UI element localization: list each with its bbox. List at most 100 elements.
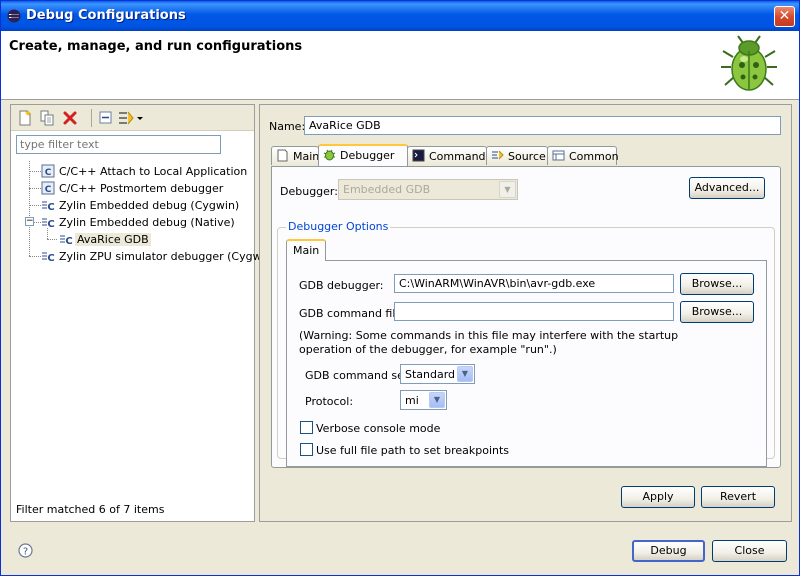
tab-source[interactable]: Source [486,146,548,165]
toolbar-separator [91,109,92,127]
gdb-debugger-input[interactable] [394,274,674,293]
tree-collapse-toggle[interactable]: − [25,217,34,226]
title-bar[interactable]: Debug Configurations ✕ [1,1,799,31]
main-tab-icon [277,149,288,162]
warning-text: (Warning: Some commands in this file may… [299,329,679,356]
gdb-command-set-label: GDB command set: [305,369,412,382]
close-button[interactable]: Close [712,540,787,562]
tree-toolbar [11,105,254,131]
tree-item-label: Zylin Embedded debug (Cygwin) [59,199,240,212]
debugger-label: Debugger: [280,185,338,198]
svg-text:C: C [65,236,72,246]
verbose-console-checkbox[interactable] [300,421,313,434]
tree-item-label: C/C++ Attach to Local Application [59,165,248,178]
browse-debugger-button[interactable]: Browse... [680,273,754,295]
svg-text:?: ? [23,547,28,558]
c-config-icon: C [41,181,55,195]
chevron-down-icon[interactable] [135,109,145,127]
filter-status: Filter matched 6 of 7 items [16,503,165,516]
protocol-value: mi [405,394,419,407]
apply-button[interactable]: Apply [621,486,695,508]
close-window-button[interactable]: ✕ [774,6,795,27]
tab-label: Main [293,150,320,163]
svg-text:C: C [45,168,52,178]
eclipse-icon [7,9,21,23]
debugger-select-value: Embedded GDB [343,183,431,196]
zylin-icon: C [42,201,55,212]
protocol-label: Protocol: [305,395,354,408]
tree-line [29,205,41,206]
source-icon [492,150,504,160]
verbose-console-label: Verbose console mode [316,422,441,435]
filter-input[interactable] [16,135,221,154]
new-config-icon[interactable] [16,109,34,127]
revert-button[interactable]: Revert [701,486,775,508]
name-label: Name: [269,120,306,133]
config-tabs: Main Debugger Commands Source Common [271,144,781,166]
gdb-command-set-value: Standard [405,368,456,381]
configuration-tree-pane: − C C/C++ Attach to Local Application C … [10,104,276,522]
full-path-checkbox[interactable] [300,443,313,456]
svg-text:C: C [47,253,54,263]
tab-commands[interactable]: Commands [407,146,491,165]
header-banner: Create, manage, and run configurations [1,31,799,100]
debugger-options-group: Debugger Options Main GDB debugger: Brow… [277,220,775,467]
inner-tab-main[interactable]: Main [286,239,327,261]
tab-debugger[interactable]: Debugger [318,144,408,166]
help-icon[interactable]: ? [18,543,33,558]
debug-configurations-window: Debug Configurations ✕ Create, manage, a… [0,0,800,576]
advanced-button[interactable]: Advanced... [689,177,765,199]
zylin-icon: C [42,252,55,263]
tree-line [29,161,30,256]
tree-line [29,256,41,257]
tab-label: Debugger [340,149,395,162]
protocol-select[interactable]: mi ▼ [400,390,447,410]
debug-bug-icon [721,35,777,91]
zylin-icon: C [42,218,55,229]
name-input[interactable] [304,116,781,135]
svg-text:C: C [45,185,52,195]
tree-line [29,171,41,172]
tab-main[interactable]: Main [271,146,319,165]
tree-line [29,188,41,189]
header-title: Create, manage, and run configurations [9,39,303,54]
bug-icon [323,149,336,161]
window-title: Debug Configurations [26,8,186,23]
tree-item-label: Zylin Embedded debug (Native) [59,216,235,229]
console-icon [412,149,425,162]
debugger-select[interactable]: Embedded GDB ▼ [338,179,518,200]
gdb-command-file-label: GDB command file: [299,307,406,320]
tab-label: Common [569,150,619,163]
tab-label: Commands [429,150,492,163]
tab-label: Source [508,150,546,163]
gdb-debugger-label: GDB debugger: [299,279,384,292]
chevron-down-icon: ▼ [457,366,473,382]
browse-command-file-button[interactable]: Browse... [680,301,754,323]
debugger-options-title: Debugger Options [286,220,391,233]
svg-text:C: C [47,202,54,212]
debugger-tab-panel: Debugger: Embedded GDB ▼ Advanced... Deb… [271,166,781,468]
tree-item-label: AvaRice GDB [75,233,151,246]
delete-config-icon[interactable] [61,109,79,127]
c-config-icon: C [41,164,55,178]
tree-line [47,228,48,239]
tree-line [47,239,57,240]
configuration-editor-pane: Name: Main Debugger Commands [259,104,792,522]
filter-icon[interactable] [117,109,135,127]
gdb-command-file-input[interactable] [394,302,674,321]
chevron-down-icon: ▼ [429,392,445,408]
inner-main-panel: GDB debugger: Browse... GDB command file… [286,260,767,467]
tree-item-label: C/C++ Postmortem debugger [59,182,224,195]
full-path-label: Use full file path to set breakpoints [316,444,510,457]
common-icon [552,150,565,161]
debug-button[interactable]: Debug [632,540,705,562]
duplicate-config-icon[interactable] [38,109,56,127]
zylin-icon: C [60,235,73,246]
gdb-command-set-select[interactable]: Standard ▼ [400,364,475,384]
collapse-all-icon[interactable] [97,109,115,127]
tree-item-label: Zylin ZPU simulator debugger (Cygwin) [59,250,276,263]
tab-common[interactable]: Common [547,146,619,165]
tree-line [33,222,41,223]
chevron-down-icon: ▼ [499,181,516,198]
svg-text:C: C [47,219,54,229]
